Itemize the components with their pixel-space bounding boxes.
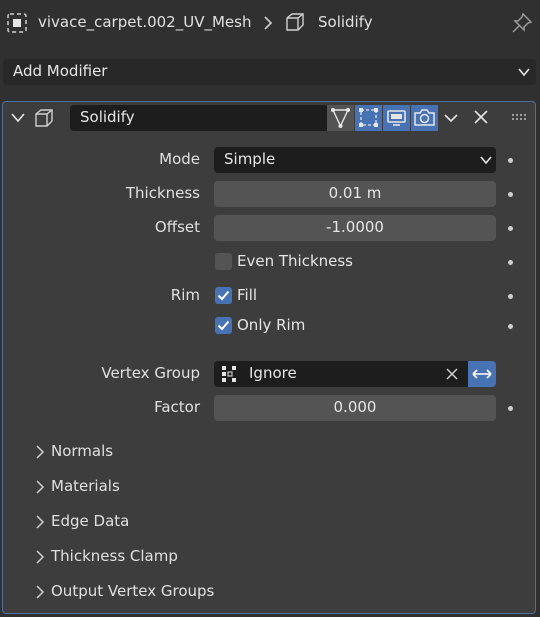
rim-label: Rim [170,286,200,304]
fill-label: Fill [237,286,258,304]
modifier-name-field[interactable]: Solidify [70,105,327,131]
keyframe-dot[interactable] [508,192,513,197]
keyframe-dot[interactable] [508,406,513,411]
chevron-right-icon [36,550,45,564]
subpanel-label: Thickness Clamp [51,547,178,565]
add-modifier-dropdown[interactable]: Add Modifier [3,59,536,85]
even-thickness-checkbox[interactable] [215,253,232,270]
chevron-right-icon [262,15,274,31]
factor-field[interactable]: 0.000 [214,395,496,421]
mode-label: Mode [159,150,200,168]
chevron-right-icon [36,445,45,459]
keyframe-dot[interactable] [508,158,513,163]
pin-icon[interactable] [511,12,533,34]
chevron-down-icon [480,156,492,165]
mode-dropdown[interactable]: Simple [214,147,496,173]
modifier-panel [2,101,536,614]
close-icon[interactable] [474,110,488,124]
chevron-down-icon [518,68,530,77]
fill-checkbox[interactable] [215,287,232,304]
solidify-modifier-icon [33,107,55,129]
keyframe-dot[interactable] [508,226,513,231]
render-camera-button[interactable] [411,105,438,131]
only-rim-checkbox[interactable] [215,317,232,334]
vertex-group-label: Vertex Group [101,364,200,382]
extras-dropdown-icon[interactable] [444,113,458,123]
clear-x-icon[interactable] [445,367,459,381]
add-modifier-label: Add Modifier [13,62,108,80]
subpanel-edge-data[interactable]: Edge Data [32,511,522,533]
drag-handle-icon[interactable] [511,113,527,121]
edit-mode-button[interactable] [355,105,382,131]
chevron-right-icon [36,585,45,599]
factor-label: Factor [154,398,200,416]
modifier-name-text: Solidify [80,108,135,126]
thickness-value: 0.01 m [328,184,382,202]
keyframe-dot[interactable] [508,260,513,265]
vertex-group-field[interactable]: Ignore [214,361,468,387]
offset-label: Offset [154,218,200,236]
subpanel-label: Edge Data [51,512,130,530]
vertex-group-icon [220,365,238,383]
keyframe-dot[interactable] [508,294,513,299]
subpanel-label: Materials [51,477,120,495]
mode-value: Simple [224,150,276,168]
factor-value: 0.000 [333,398,377,416]
chevron-right-icon [36,515,45,529]
only-rim-label: Only Rim [237,316,306,334]
realtime-display-button[interactable] [383,105,410,131]
subpanel-output-vertex-groups[interactable]: Output Vertex Groups [32,581,522,603]
subpanel-materials[interactable]: Materials [32,476,522,498]
thickness-label: Thickness [125,184,200,202]
even-thickness-label: Even Thickness [237,252,353,270]
subpanel-label: Normals [51,442,114,460]
chevron-right-icon [36,480,45,494]
vertex-group-value: Ignore [249,364,297,382]
properties-icon[interactable] [7,13,27,33]
edit-mode-cage-button[interactable] [327,105,354,131]
thickness-field[interactable]: 0.01 m [214,181,496,207]
offset-value: -1.0000 [326,218,384,236]
header-modifier-name: Solidify [318,13,373,31]
subpanel-normals[interactable]: Normals [32,441,522,463]
subpanel-label: Output Vertex Groups [51,582,215,600]
object-name: vivace_carpet.002_UV_Mesh [38,13,252,31]
keyframe-dot[interactable] [508,324,513,329]
offset-field[interactable]: -1.0000 [214,215,496,241]
invert-vertex-group-button[interactable] [468,361,496,387]
collapse-chevron-icon[interactable] [11,112,25,124]
modifier-cube-icon [284,11,306,33]
subpanel-thickness-clamp[interactable]: Thickness Clamp [32,546,522,568]
